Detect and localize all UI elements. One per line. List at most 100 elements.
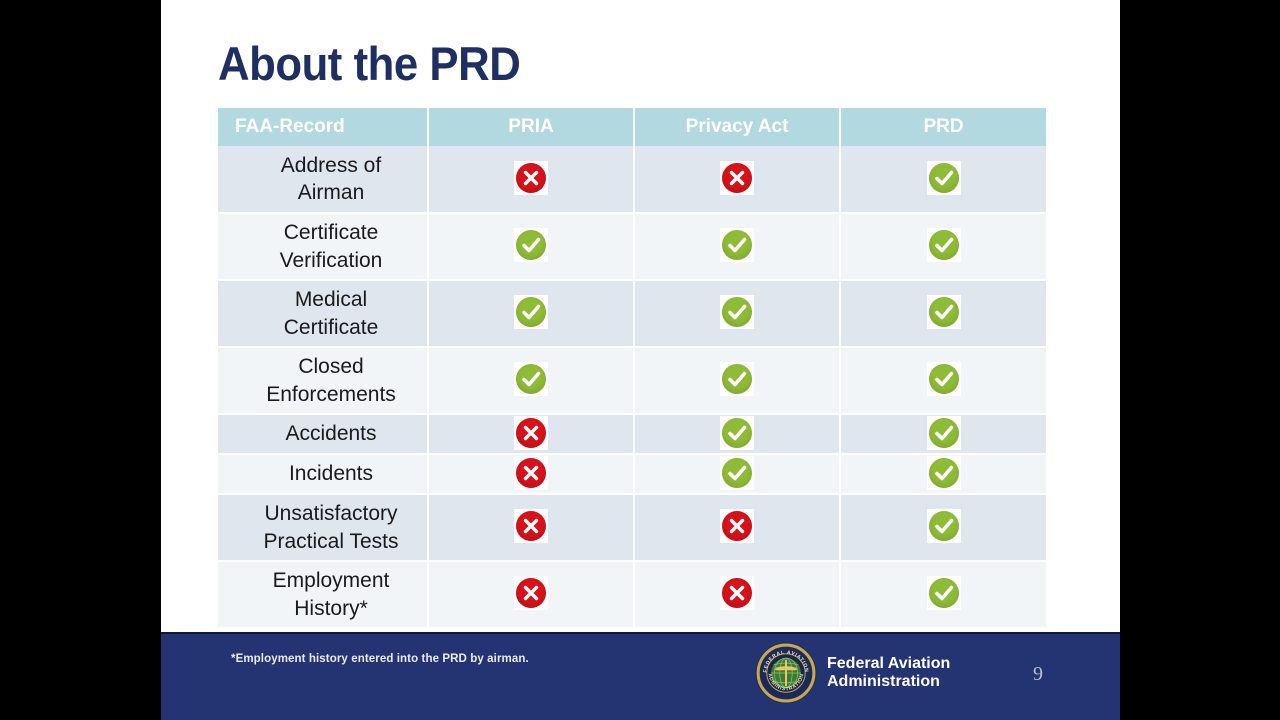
check-circle-icon xyxy=(516,297,546,327)
table-row: Address of Airman xyxy=(218,146,1046,214)
status-cell xyxy=(840,561,1046,629)
status-badge xyxy=(514,509,548,543)
status-badge xyxy=(720,509,754,543)
table-row: Employment History* xyxy=(218,561,1046,629)
status-cell xyxy=(428,414,635,455)
faa-branding: FEDERAL AVIATION ADMINISTRATION Federal … xyxy=(755,642,950,704)
presentation-slide: About the PRD FAA-Record PRIA Privacy Ac… xyxy=(161,0,1120,720)
status-cell xyxy=(840,414,1046,455)
status-badge xyxy=(514,455,548,490)
check-circle-icon xyxy=(928,230,959,260)
status-cell xyxy=(428,213,635,281)
check-circle-icon xyxy=(928,417,959,448)
status-badge xyxy=(514,295,548,329)
status-badge xyxy=(926,362,961,396)
table-row: Medical Certificate xyxy=(218,280,1046,348)
check-circle-icon xyxy=(722,297,752,327)
table-row: Certificate Verification xyxy=(218,213,1046,281)
status-badge xyxy=(720,295,754,329)
check-circle-icon xyxy=(722,364,752,394)
status-badge xyxy=(514,576,548,610)
agency-name: Federal Aviation Administration xyxy=(827,655,950,692)
record-label-line: Employment xyxy=(272,569,390,593)
status-cell xyxy=(634,561,841,629)
status-cell xyxy=(428,146,635,214)
column-header-privacy-act: Privacy Act xyxy=(634,108,841,146)
record-label-line: History* xyxy=(294,596,368,620)
status-badge xyxy=(720,228,754,262)
status-cell xyxy=(428,494,635,562)
status-badge xyxy=(720,160,754,195)
status-badge xyxy=(926,415,961,450)
table-row: Accidents xyxy=(218,414,1046,455)
status-badge xyxy=(926,576,961,610)
table-header: FAA-Record PRIA Privacy Act PRD xyxy=(218,108,1046,146)
footnote-text: *Employment history entered into the PRD… xyxy=(231,653,529,665)
prd-comparison-table: FAA-Record PRIA Privacy Act PRD Address … xyxy=(218,108,1046,629)
status-cell xyxy=(840,146,1046,214)
status-cell xyxy=(840,454,1046,495)
status-badge xyxy=(720,455,754,490)
status-cell xyxy=(634,494,841,562)
x-circle-icon xyxy=(722,511,752,541)
check-circle-icon xyxy=(516,364,546,394)
status-badge xyxy=(720,362,754,396)
agency-name-line2: Administration xyxy=(827,673,940,690)
record-label-line: Closed xyxy=(298,355,364,379)
status-badge xyxy=(514,228,548,262)
status-cell xyxy=(634,280,841,348)
check-circle-icon xyxy=(516,230,546,260)
record-label-line: Incidents xyxy=(288,462,374,486)
status-cell xyxy=(634,414,841,455)
status-cell xyxy=(428,454,635,495)
slide-footer: *Employment history entered into the PRD… xyxy=(161,632,1120,720)
record-label-cell: Accidents xyxy=(218,414,429,455)
x-circle-icon xyxy=(722,162,752,193)
status-badge xyxy=(514,160,548,195)
record-label-line: Verification xyxy=(279,248,383,272)
page-title: About the PRD xyxy=(218,37,521,90)
x-circle-icon xyxy=(516,417,546,448)
record-label-line: Certificate xyxy=(283,221,379,245)
record-label-line: Accidents xyxy=(285,422,377,446)
column-header-prd: PRD xyxy=(840,108,1046,146)
column-header-faa-record: FAA-Record xyxy=(218,108,429,146)
status-cell xyxy=(840,347,1046,415)
agency-name-line1: Federal Aviation xyxy=(827,654,951,672)
check-circle-icon xyxy=(928,457,959,488)
record-label-line: Medical xyxy=(294,288,368,312)
status-cell xyxy=(634,454,841,495)
table-row: Closed Enforcements xyxy=(218,347,1046,415)
status-badge xyxy=(514,362,548,396)
faa-seal-icon: FEDERAL AVIATION ADMINISTRATION xyxy=(755,642,817,704)
record-label-line: Unsatisfactory xyxy=(264,502,398,526)
status-badge xyxy=(926,295,961,329)
record-label-line: Address of xyxy=(280,153,382,177)
x-circle-icon xyxy=(722,578,752,608)
table-body: Address of Airman Certificate Verification M… xyxy=(218,146,1046,629)
check-circle-icon xyxy=(928,162,959,193)
status-cell xyxy=(428,347,635,415)
status-badge xyxy=(926,228,961,262)
table-header-row: FAA-Record PRIA Privacy Act PRD xyxy=(218,108,1046,146)
record-label-cell: Closed Enforcements xyxy=(218,347,429,415)
x-circle-icon xyxy=(516,578,546,608)
x-circle-icon xyxy=(516,457,546,488)
status-badge xyxy=(720,415,754,450)
record-label-cell: Incidents xyxy=(218,454,429,495)
record-label-cell: Certificate Verification xyxy=(218,213,429,281)
record-label-line: Certificate xyxy=(283,315,379,339)
page-number: 9 xyxy=(1033,663,1043,685)
status-cell xyxy=(634,146,841,214)
status-badge xyxy=(926,455,961,490)
letterbox-left xyxy=(0,0,161,720)
record-label-cell: Medical Certificate xyxy=(218,280,429,348)
record-label-cell: Address of Airman xyxy=(218,146,429,214)
check-circle-icon xyxy=(928,511,959,541)
record-label-cell: Unsatisfactory Practical Tests xyxy=(218,494,429,562)
status-badge xyxy=(926,160,961,195)
status-badge xyxy=(514,415,548,450)
check-circle-icon xyxy=(928,364,959,394)
check-circle-icon xyxy=(722,457,752,488)
check-circle-icon xyxy=(722,417,752,448)
